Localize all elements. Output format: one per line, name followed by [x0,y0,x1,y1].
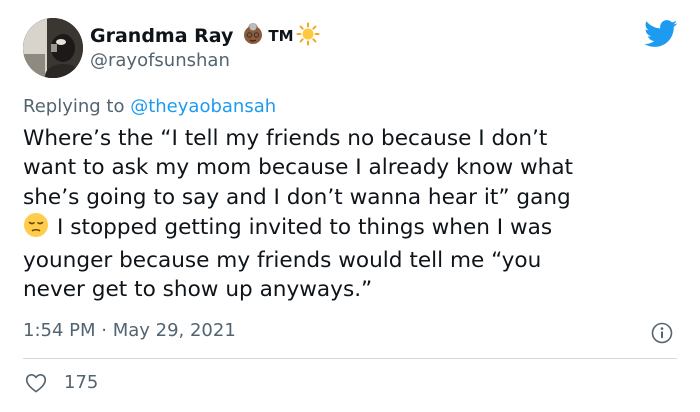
avatar[interactable] [23,18,83,78]
author-name-row[interactable]: Grandma Ray TM [90,22,320,50]
like-count: 175 [64,372,99,393]
tweet-text-line: never get to show up anyways.” [23,277,373,303]
divider [23,358,677,359]
tweet-text-line: Where’s the “I tell my friends no becaus… [23,126,548,151]
tweet-text-line: I stopped getting invited to things when… [57,214,553,240]
pensive-face-emoji-icon [23,212,49,246]
author-display-name[interactable]: Grandma Ray [90,25,233,47]
tweet-timestamp[interactable]: 1:54 PM · May 29, 2021 [23,320,236,341]
heart-outline-icon[interactable] [25,373,47,393]
info-icon[interactable] [651,322,673,344]
author-name-suffix: TM [268,27,294,45]
grandma-emoji-icon [241,22,265,50]
tweet-text-line: want to ask my mom because I already kno… [23,155,574,181]
tweet-text-line-with-emoji: I stopped getting invited to things when… [23,212,683,246]
twitter-bird-icon[interactable] [644,20,678,48]
tweet-text-line: she’s going to say and I don’t wanna hea… [23,184,571,210]
author-handle[interactable]: @rayofsunshan [90,50,230,71]
replying-to-label: Replying to [23,96,125,117]
tweet-text: Where’s the “I tell my friends no becaus… [23,124,683,305]
sun-emoji-icon [296,22,320,50]
replying-to: Replying to @theyaobansah [23,96,276,117]
reply-mention-link[interactable]: @theyaobansah [130,96,276,117]
tweet-card: Grandma Ray TM @rayofsunshan Replying to… [0,0,700,412]
tweet-text-line: younger because my friends would tell me… [23,248,542,274]
